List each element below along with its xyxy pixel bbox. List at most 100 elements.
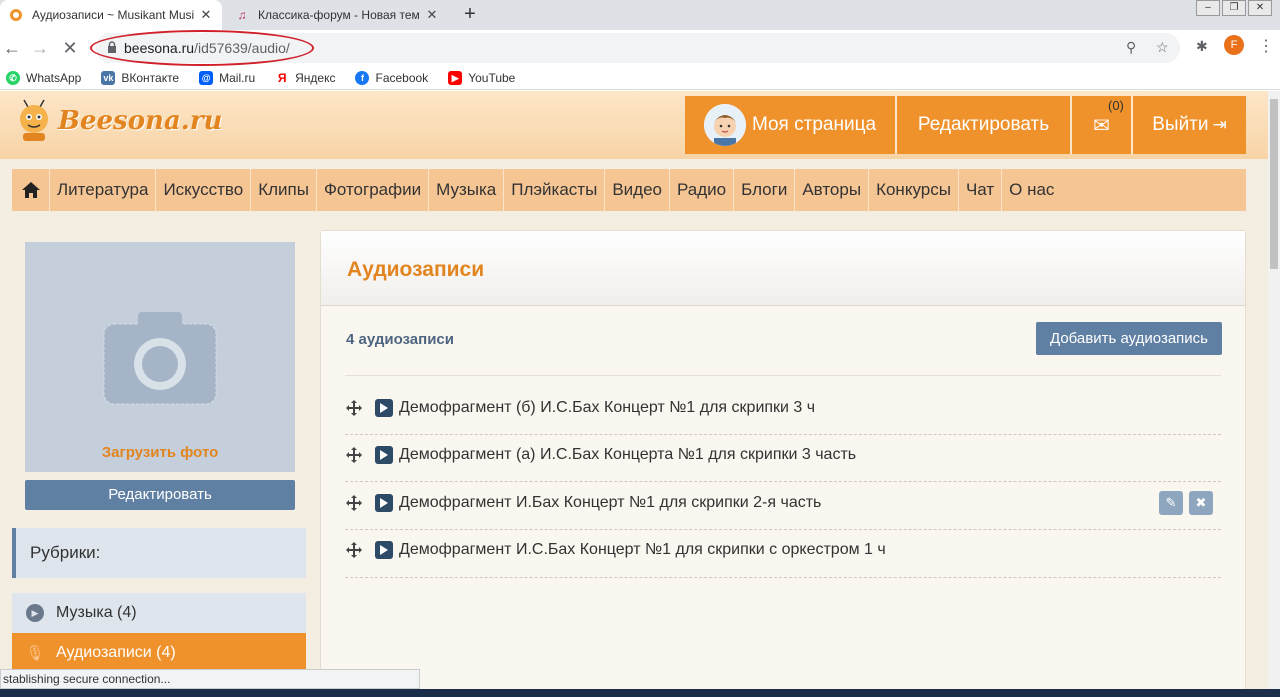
home-nav-button[interactable] <box>12 169 50 211</box>
logo-text: Beesona.ru <box>58 106 223 136</box>
audio-track-row[interactable]: Демофрагмент (б) И.С.Бах Концерт №1 для … <box>345 385 1221 431</box>
add-audio-button[interactable]: Добавить аудиозапись <box>1036 322 1222 355</box>
camera-icon <box>103 312 217 405</box>
audio-track-row[interactable]: Демофрагмент И.С.Бах Концерт №1 для скри… <box>345 527 1221 573</box>
sidebar-edit-button[interactable]: Редактировать <box>25 480 295 510</box>
play-icon[interactable] <box>375 541 393 559</box>
bookmark-label: YouTube <box>468 70 516 85</box>
nav-playcasts[interactable]: Плэйкасты <box>504 169 606 211</box>
os-taskbar <box>0 689 1280 697</box>
play-circle-icon: ▶ <box>26 604 44 622</box>
rubrics-heading: Рубрики: <box>12 528 306 578</box>
audio-track-row[interactable]: Демофрагмент И.Бах Концерт №1 для скрипк… <box>345 480 1221 526</box>
play-icon[interactable] <box>375 494 393 512</box>
profile-photo-placeholder[interactable]: Загрузить фото <box>25 242 295 472</box>
facebook-icon: f <box>355 70 370 85</box>
bookmark-label: WhatsApp <box>26 70 82 85</box>
bookmark-mailru[interactable]: @ Mail.ru <box>199 70 256 85</box>
site-logo[interactable]: Beesona.ru <box>14 99 222 143</box>
page-title: Аудиозаписи <box>347 258 485 281</box>
card-header: Аудиозаписи <box>321 231 1245 306</box>
logout-button[interactable]: Выйти ⇥ <box>1133 96 1246 154</box>
drag-move-icon[interactable] <box>345 541 363 559</box>
youtube-icon: ▶ <box>448 70 463 85</box>
menu-kebab-icon[interactable]: ⋮ <box>1258 36 1274 56</box>
scrollbar-thumb[interactable] <box>1270 99 1278 269</box>
bookmark-facebook[interactable]: f Facebook <box>355 70 429 85</box>
yandex-icon: Я <box>275 70 290 85</box>
audio-track-row[interactable]: Демофрагмент (а) И.С.Бах Концерта №1 для… <box>345 432 1221 478</box>
track-title[interactable]: Демофрагмент И.С.Бах Концерт №1 для скри… <box>399 541 886 559</box>
nav-contests[interactable]: Конкурсы <box>869 169 959 211</box>
browser-tab-strip: Аудиозаписи ~ Musikant Musika ✕ ♫ Класси… <box>0 0 1280 30</box>
profile-avatar[interactable]: F <box>1224 35 1244 55</box>
messages-count-badge: (0) <box>1108 98 1124 113</box>
my-page-label: Моя страница <box>751 114 877 135</box>
edit-profile-button[interactable]: Редактировать <box>897 96 1072 154</box>
nav-literature[interactable]: Литература <box>50 169 157 211</box>
close-tab-icon[interactable]: ✕ <box>424 7 440 23</box>
bookmark-label: Яндекс <box>295 70 336 85</box>
track-title[interactable]: Демофрагмент (б) И.С.Бах Концерт №1 для … <box>399 399 815 417</box>
delete-x-icon[interactable]: ✖ <box>1189 491 1213 515</box>
star-bookmark-icon[interactable]: ☆ <box>1156 39 1169 56</box>
tab-audio[interactable]: Аудиозаписи ~ Musikant Musika ✕ <box>0 0 222 30</box>
play-icon[interactable] <box>375 399 393 417</box>
sign-out-icon: ⇥ <box>1212 115 1227 134</box>
track-title[interactable]: Демофрагмент И.Бах Концерт №1 для скрипк… <box>399 494 821 512</box>
bookmarks-bar: ✆ WhatsApp vk ВКонтакте @ Mail.ru Я Яндекс f… <box>0 66 1280 90</box>
nav-video[interactable]: Видео <box>605 169 670 211</box>
nav-photos[interactable]: Фотографии <box>317 169 430 211</box>
track-title[interactable]: Демофрагмент (а) И.С.Бах Концерта №1 для… <box>399 446 856 464</box>
bee-mascot-icon <box>20 99 48 141</box>
music-note-icon: ♫ <box>237 8 247 22</box>
drag-move-icon[interactable] <box>345 446 363 464</box>
tab-title: Классика-форум - Новая тема <box>258 8 420 22</box>
stop-loading-icon[interactable]: ✕ <box>58 36 82 60</box>
maximize-icon[interactable]: ❐ <box>1222 0 1246 16</box>
bookmark-label: Facebook <box>375 70 429 85</box>
pencil-edit-icon[interactable]: ✎ <box>1159 491 1183 515</box>
my-page-button[interactable]: Моя страница <box>685 96 897 154</box>
drag-move-icon[interactable] <box>345 494 363 512</box>
upload-photo-link[interactable]: Загрузить фото <box>25 444 295 461</box>
sidebar-item-audio[interactable]: 🎙 Аудиозаписи (4) <box>12 633 306 673</box>
sidebar-item-music[interactable]: ▶ Музыка (4) <box>12 593 306 633</box>
close-tab-icon[interactable]: ✕ <box>198 7 214 23</box>
nav-about[interactable]: О нас <box>1002 169 1061 211</box>
page-scrollbar[interactable] <box>1268 91 1280 697</box>
close-window-icon[interactable]: ✕ <box>1248 0 1272 16</box>
audio-content-card: Аудиозаписи 4 аудиозаписи Добавить аудио… <box>320 230 1246 697</box>
zoom-icon[interactable]: ⚲ <box>1126 39 1136 56</box>
new-tab-button[interactable]: + <box>458 3 482 27</box>
site-favicon-icon <box>8 7 24 23</box>
bookmark-label: Mail.ru <box>219 70 256 85</box>
microphone-icon: 🎙 <box>25 645 45 662</box>
bookmark-whatsapp[interactable]: ✆ WhatsApp <box>6 70 82 85</box>
forward-icon[interactable]: → <box>28 36 52 60</box>
bookmark-youtube[interactable]: ▶ YouTube <box>448 70 516 85</box>
tab-forum[interactable]: ♫ Классика-форум - Новая тема ✕ <box>226 0 448 30</box>
play-icon[interactable] <box>375 446 393 464</box>
sidebar-item-label: Аудиозаписи (4) <box>56 644 176 661</box>
bookmark-vk[interactable]: vk ВКонтакте <box>101 70 179 85</box>
nav-authors[interactable]: Авторы <box>795 169 870 211</box>
nav-clips[interactable]: Клипы <box>251 169 317 211</box>
nav-chat[interactable]: Чат <box>959 169 1003 211</box>
nav-art[interactable]: Искусство <box>156 169 252 211</box>
browser-toolbar: ← → ✕ beesona.ru/id57639/audio/ ⚲ ☆ ✱ <box>0 30 1280 66</box>
divider <box>345 577 1221 578</box>
nav-blogs[interactable]: Блоги <box>734 169 796 211</box>
envelope-icon: ✉ <box>1093 114 1110 137</box>
messages-button[interactable]: ✉ (0) <box>1072 96 1133 154</box>
nav-music[interactable]: Музыка <box>429 169 505 211</box>
back-icon[interactable]: ← <box>0 36 24 60</box>
drag-move-icon[interactable] <box>345 399 363 417</box>
extensions-icon[interactable]: ✱ <box>1196 38 1208 55</box>
avatar <box>703 104 746 146</box>
nav-radio[interactable]: Радио <box>670 169 735 211</box>
minimize-icon[interactable]: – <box>1196 0 1220 16</box>
bookmark-yandex[interactable]: Я Яндекс <box>275 70 336 85</box>
tab-title: Аудиозаписи ~ Musikant Musika <box>32 8 194 22</box>
header-buttons: Моя страница Редактировать ✉ (0) Выйти ⇥ <box>685 96 1246 154</box>
